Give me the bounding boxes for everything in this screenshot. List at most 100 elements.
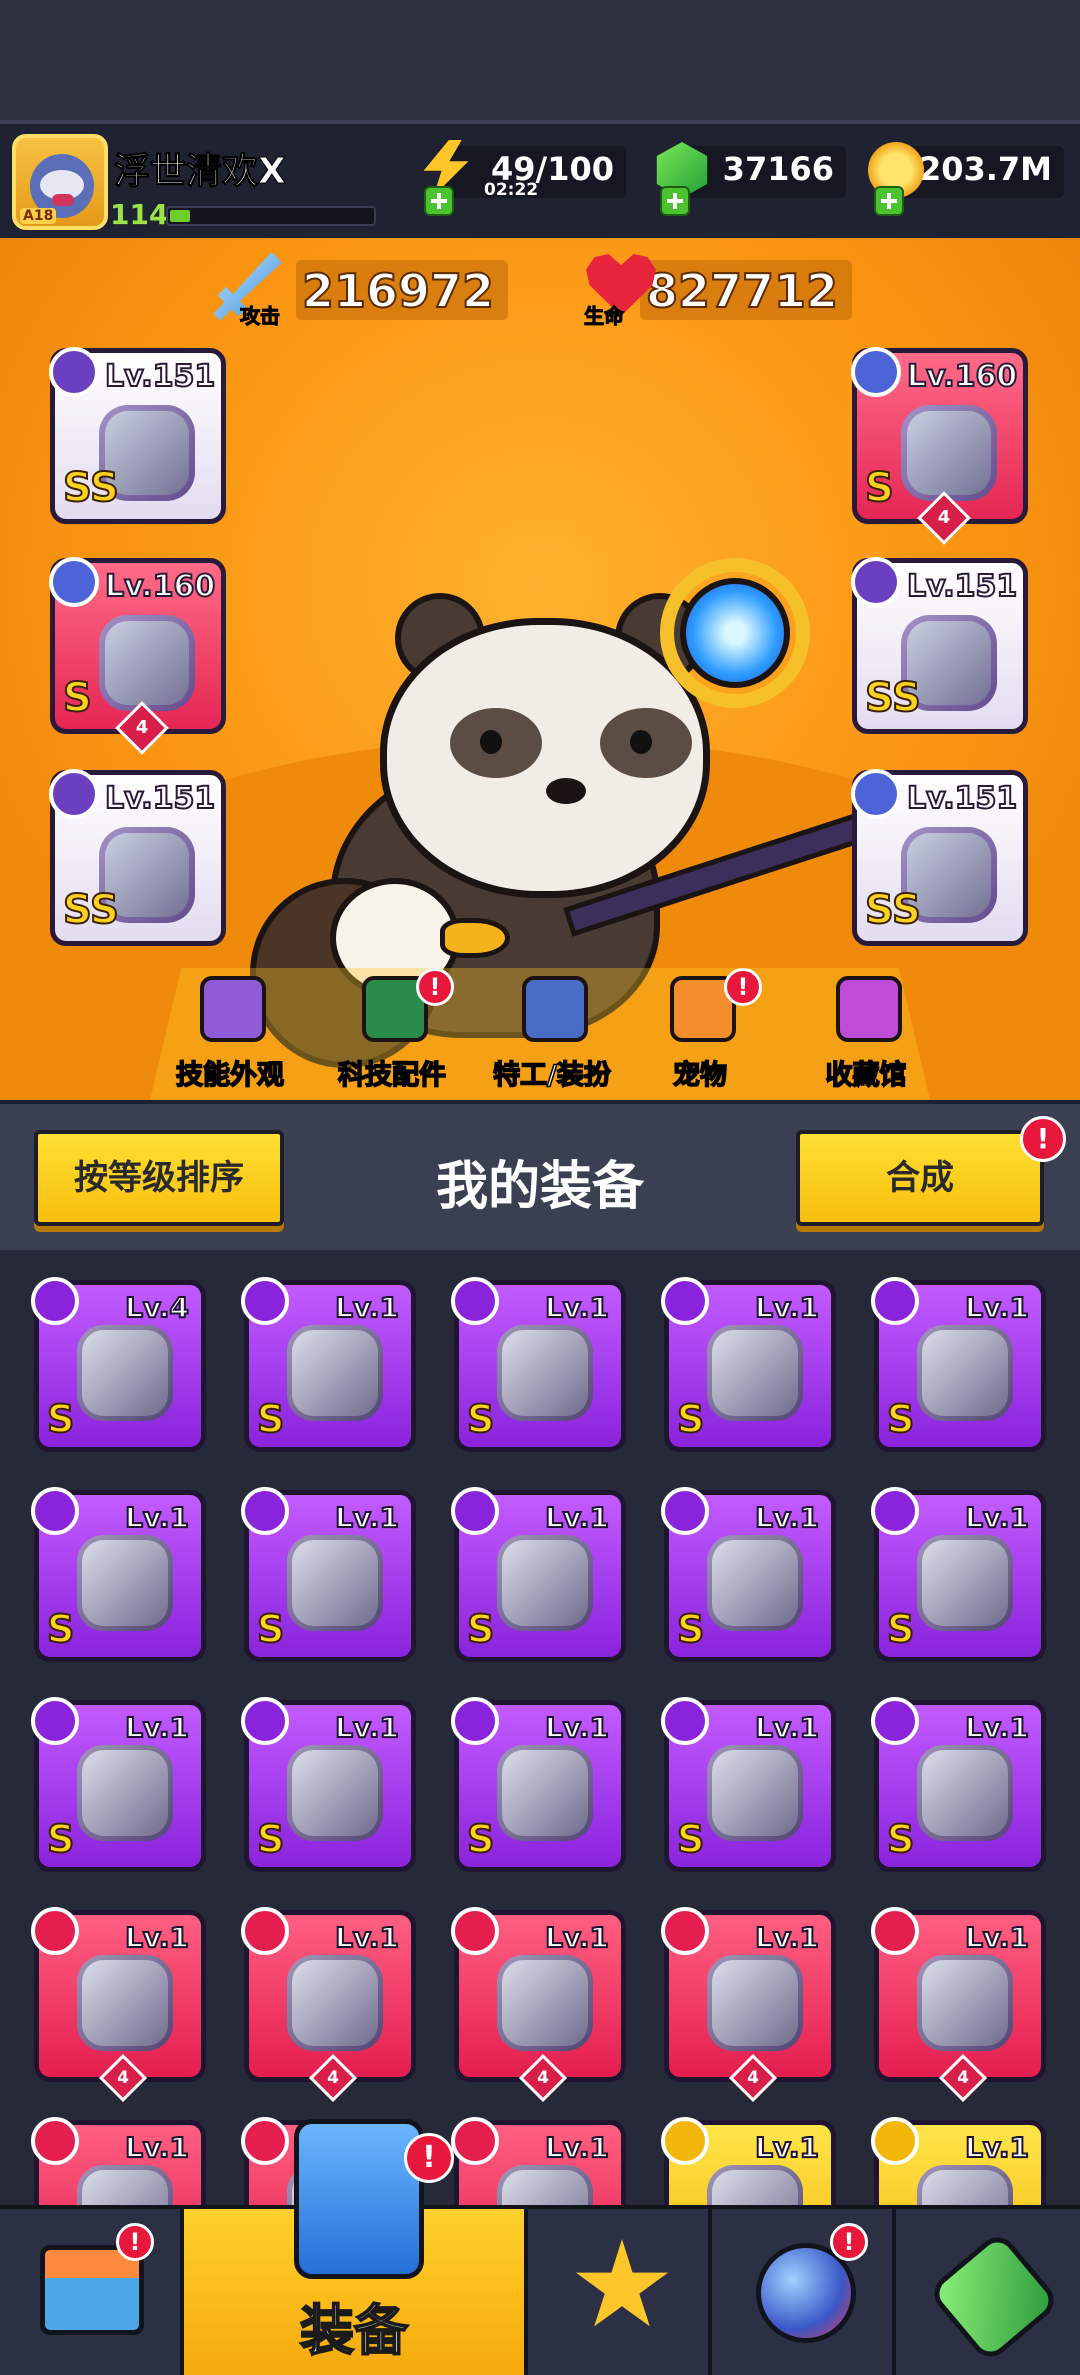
item-type-icon (661, 1487, 709, 1535)
equipped-slot-belt[interactable]: Lv.151 SS (851, 557, 1028, 734)
item-icon (917, 1745, 1013, 1841)
equipment-item[interactable]: Lv.1 S (661, 1277, 836, 1452)
equipment-item[interactable]: Lv.1 4 (451, 1907, 626, 2103)
item-rank: S (466, 1606, 495, 1652)
equipped-level: Lv.151 (104, 358, 216, 395)
equipment-item[interactable]: Lv.1 (871, 2117, 1046, 2205)
eagle-beak (440, 918, 510, 958)
star-count: 4 (937, 507, 951, 528)
hero-menu-item[interactable]: 收藏馆 (786, 976, 946, 1100)
equipment-item[interactable]: Lv.1 S (451, 1277, 626, 1452)
item-icon (287, 1955, 383, 2051)
hero-menu-item[interactable]: 技能外观 (150, 976, 310, 1100)
item-type-icon (661, 1907, 709, 1955)
add-gems-icon[interactable] (660, 186, 690, 216)
item-level: Lv.1 (964, 1710, 1030, 1745)
menu-alert-icon: ! (724, 968, 762, 1006)
panda-eye-left (450, 708, 542, 778)
hero-menu-item[interactable]: 特工/装扮 (472, 976, 632, 1100)
health-label: 生命 (584, 304, 625, 329)
equipment-item[interactable]: Lv.1 S (871, 1487, 1046, 1662)
player-avatar[interactable]: A18 (12, 134, 108, 230)
hero-menu-item[interactable]: ! 科技配件 (312, 968, 472, 1100)
equipment-item[interactable]: Lv.1 (451, 2117, 626, 2205)
star-count: 4 (747, 2068, 759, 2088)
game-screen: { "player": { "name": "浮世清欢X", "level": … (0, 0, 1080, 2375)
equipment-item[interactable]: Lv.1 (31, 2117, 206, 2205)
item-icon (77, 1325, 173, 1421)
armor-type-icon (851, 347, 901, 397)
armor-item-icon (901, 405, 997, 501)
nav-tab-battle[interactable] (528, 2209, 712, 2375)
agent-costume-icon (522, 976, 588, 1042)
equipment-item[interactable]: Lv.1 4 (661, 1907, 836, 2103)
equipped-slot-boots[interactable]: Lv.151 SS (851, 769, 1028, 946)
item-type-icon (871, 1697, 919, 1745)
item-icon (77, 1955, 173, 2051)
equipment-item[interactable]: Lv.1 4 (31, 1907, 206, 2103)
item-rank: S (466, 1396, 495, 1442)
hero-menu-label: 技能外观 (175, 1059, 285, 1092)
item-type-icon (31, 1907, 79, 1955)
item-type-icon (451, 1907, 499, 1955)
item-icon (707, 2165, 803, 2205)
item-rank: S (46, 1396, 75, 1442)
item-type-icon (871, 1487, 919, 1535)
hero-menu-item[interactable]: ! 宠物 (620, 968, 780, 1100)
item-icon (497, 1325, 593, 1421)
health-value: 827712 (645, 263, 839, 319)
equipment-item[interactable]: Lv.1 S (661, 1487, 836, 1662)
equipped-slot-weapon[interactable]: Lv.151 SS (49, 347, 226, 524)
equipment-item[interactable]: Lv.4 S (31, 1277, 206, 1452)
equipment-item[interactable]: Lv.1 4 (241, 1907, 416, 2103)
equipment-item[interactable]: Lv.1 S (241, 1697, 416, 1872)
add-energy-icon[interactable] (424, 186, 454, 216)
item-level: Lv.1 (544, 1500, 610, 1535)
equipment-item[interactable]: Lv.1 S (661, 1697, 836, 1872)
equipment-item[interactable]: Lv.1 S (31, 1487, 206, 1662)
equipped-slot-armor[interactable]: Lv.160 S 4 (851, 347, 1028, 545)
star-badge: 4 (728, 2053, 778, 2103)
equipment-item[interactable]: Lv.1 S (871, 1697, 1046, 1872)
hero-menu-label: 收藏馆 (825, 1059, 908, 1092)
nav-tab-equipment[interactable]: ! 装备 (184, 2119, 528, 2375)
item-rank: S (676, 1816, 705, 1862)
equipment-item[interactable]: Lv.1 S (451, 1487, 626, 1662)
equipment-item[interactable]: Lv.1 S (871, 1277, 1046, 1452)
hero-menu-label: 科技配件 (337, 1059, 447, 1092)
nav-tab-world[interactable]: ! (712, 2209, 896, 2375)
equipment-item[interactable]: Lv.1 S (31, 1697, 206, 1872)
nav-tab-shop[interactable]: ! (0, 2209, 184, 2375)
equipment-item[interactable]: Lv.1 (661, 2117, 836, 2205)
item-level: Lv.1 (334, 1290, 400, 1325)
equipment-header: 按等级排序 我的装备 合成 ! (0, 1100, 1080, 1250)
merge-button[interactable]: 合成 (796, 1130, 1044, 1226)
xp-fill (170, 210, 190, 222)
item-icon (287, 1535, 383, 1631)
equipped-level: Lv.160 (104, 568, 216, 605)
item-type-icon (31, 1697, 79, 1745)
item-level: Lv.1 (544, 2130, 610, 2165)
coin-value: 203.7M (918, 150, 1052, 188)
add-coins-icon[interactable] (874, 186, 904, 216)
equipment-item[interactable]: Lv.1 S (451, 1697, 626, 1872)
nav-tab-evolve[interactable] (896, 2209, 1080, 2375)
item-icon (77, 1745, 173, 1841)
equipment-item[interactable]: Lv.1 S (241, 1487, 416, 1662)
equipment-item[interactable]: Lv.1 S (241, 1277, 416, 1452)
item-rank: S (256, 1396, 285, 1442)
item-type-icon (451, 1277, 499, 1325)
equipment-grid: Lv.4 S Lv.1 S Lv.1 S Lv.1 S Lv.1 S Lv.1 S Lv.1 S Lv.1 S… (0, 1250, 1080, 2205)
equipped-rank: S (864, 464, 895, 512)
equipped-slot-necklace[interactable]: Lv.160 S 4 (49, 557, 226, 755)
star-badge: 4 (938, 2053, 988, 2103)
equipped-rank: SS (864, 674, 922, 722)
item-icon (287, 1745, 383, 1841)
belt-type-icon (851, 557, 901, 607)
equipped-slot-gloves[interactable]: Lv.151 SS (49, 769, 226, 946)
equipped-level: Lv.151 (906, 780, 1018, 817)
equipment-item[interactable]: Lv.1 4 (871, 1907, 1046, 2103)
merge-alert-icon: ! (1020, 1116, 1066, 1162)
energy-counter[interactable]: 49/100 02:22 (440, 146, 626, 200)
item-type-icon (451, 1487, 499, 1535)
